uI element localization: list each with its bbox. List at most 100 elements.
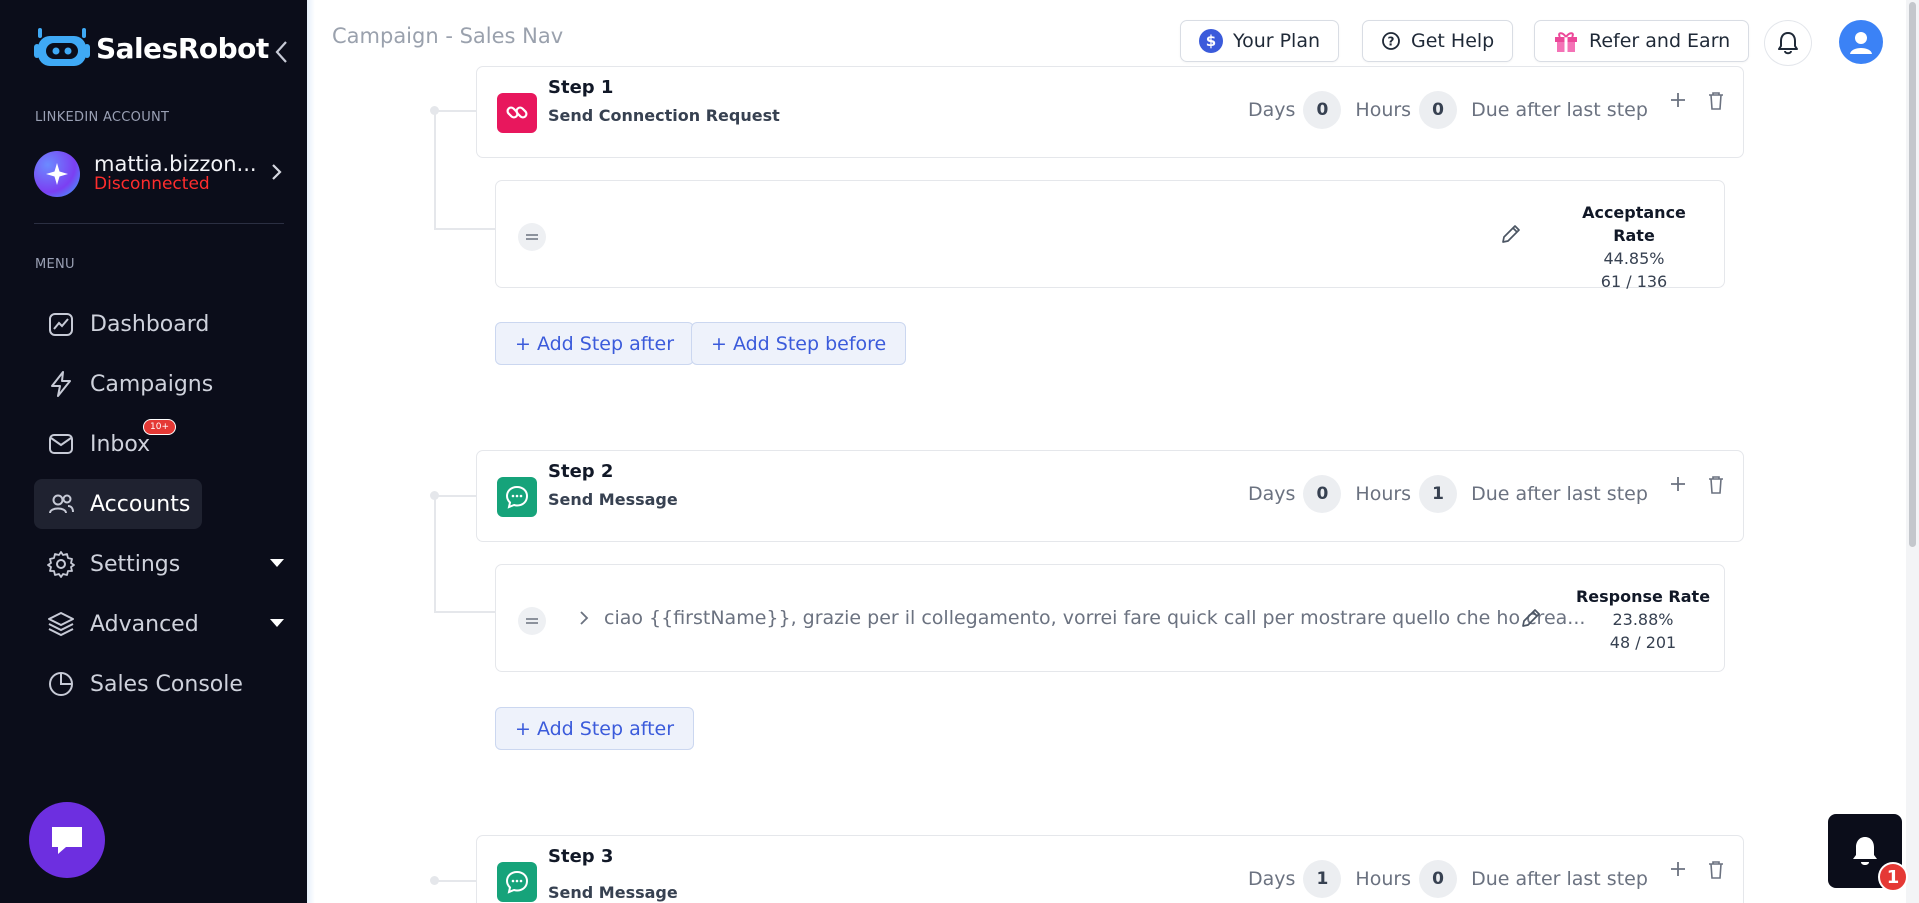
plus-icon[interactable] [1669,91,1687,113]
hours-value[interactable]: 0 [1419,860,1458,898]
inbox-count-badge: 10+ [143,419,176,435]
due-label: Due after last step [1471,99,1648,121]
due-label: Due after last step [1471,868,1648,890]
dashboard-icon [46,309,76,339]
tree-connector [434,228,496,230]
lightning-icon [46,369,76,399]
step-message-card-2[interactable]: ciao {{firstName}}, grazie per il colleg… [495,564,1725,672]
step-timing: Days 1 Hours 0 Due after last step [1248,860,1648,898]
chat-icon [52,827,82,854]
svg-text:?: ? [1388,35,1395,49]
hours-label: Hours [1355,483,1412,505]
rate-label: Acceptance Rate [1582,203,1686,245]
chevron-right-icon[interactable] [578,609,590,632]
rate-counts: 48 / 201 [1609,633,1677,652]
gift-icon [1555,32,1577,52]
pie-chart-icon [46,669,76,699]
linkedin-account-selector[interactable]: mattia.bizzon... Disconnected [34,146,284,202]
drag-handle-icon[interactable] [518,223,546,251]
days-value[interactable]: 0 [1303,91,1342,129]
sidebar-item-dashboard[interactable]: Dashboard [34,299,284,349]
sidebar-item-label: Accounts [90,491,191,517]
sidebar: SalesRobot LINKEDIN ACCOUNT mattia.bizzo… [0,0,307,903]
step-timing: Days 0 Hours 1 Due after last step [1248,475,1648,513]
sidebar-item-label: Advanced [90,611,199,637]
caret-down-icon [270,619,284,627]
pencil-icon[interactable] [1520,607,1542,633]
page-scrollbar[interactable] [1906,0,1919,903]
menu-label: MENU [35,257,75,272]
pencil-icon[interactable] [1500,223,1522,249]
sidebar-item-inbox[interactable]: Inbox 10+ [34,419,284,469]
account-avatar [34,151,80,197]
drag-handle-icon[interactable] [518,607,546,635]
gear-icon [46,549,76,579]
days-label: Days [1248,483,1296,505]
notification-count-badge: 1 [1878,862,1908,892]
rate-percentage: 23.88% [1612,610,1674,629]
step-title: Step 3 [548,846,614,867]
due-label: Due after last step [1471,483,1648,505]
support-chat-button[interactable] [29,802,105,878]
hours-value[interactable]: 1 [1419,475,1458,513]
add-step-after-button[interactable]: + Add Step after [495,707,695,750]
trash-icon[interactable] [1707,860,1725,884]
rate-percentage: 44.85% [1603,249,1665,268]
tree-connector [434,110,436,230]
plus-icon[interactable] [1669,860,1687,882]
help-circle-icon: ? [1382,32,1400,50]
add-step-after-button[interactable]: + Add Step after [495,322,695,365]
account-name: mattia.bizzon... [94,152,257,176]
users-icon [46,489,76,519]
main-edge-shadow [307,0,315,903]
tree-connector [434,611,496,613]
layers-icon [46,609,76,639]
bell-icon [1853,837,1877,865]
user-icon [1850,32,1872,54]
days-label: Days [1248,99,1296,121]
days-value[interactable]: 1 [1303,860,1342,898]
step-title: Step 1 [548,77,614,98]
step-action: Send Message [548,490,678,509]
add-step-before-button[interactable]: + Add Step before [691,322,907,365]
refer-and-earn-label: Refer and Earn [1589,30,1731,52]
refer-and-earn-button[interactable]: Refer and Earn [1534,20,1750,62]
notification-widget[interactable]: 1 [1828,814,1908,892]
chevron-right-icon [270,160,284,188]
get-help-button[interactable]: ? Get Help [1362,20,1514,62]
sidebar-item-settings[interactable]: Settings [34,539,284,589]
step-message-preview[interactable]: ciao {{firstName}}, grazie per il colleg… [604,607,1585,629]
trash-icon[interactable] [1707,91,1725,115]
sidebar-item-advanced[interactable]: Advanced [34,599,284,649]
tree-connector [434,495,476,497]
sidebar-item-sales-console[interactable]: Sales Console [34,659,284,709]
step-message-card-1[interactable]: Acceptance Rate 44.85% 61 / 136 [495,180,1725,291]
get-help-label: Get Help [1411,30,1495,52]
days-value[interactable]: 0 [1303,475,1342,513]
app-logo[interactable]: SalesRobot [34,28,269,68]
linkedin-account-label: LINKEDIN ACCOUNT [35,110,170,125]
svg-text:$: $ [1206,32,1216,50]
sidebar-item-campaigns[interactable]: Campaigns [34,359,284,409]
message-bubble-icon [497,477,537,517]
step-card-3[interactable]: Step 3 Send Message Days 1 Hours 0 Due a… [476,835,1744,903]
bell-icon [1778,32,1798,55]
your-plan-button[interactable]: $ Your Plan [1180,20,1340,62]
step-card-1[interactable]: Step 1 Send Connection Request Days 0 Ho… [476,66,1744,158]
notifications-button[interactable] [1764,20,1812,66]
user-avatar[interactable] [1839,20,1883,64]
hours-value[interactable]: 0 [1419,91,1458,129]
sidebar-item-accounts[interactable]: Accounts [34,479,202,529]
sidebar-item-label: Campaigns [90,371,214,397]
plus-icon[interactable] [1669,475,1687,497]
trash-icon[interactable] [1707,475,1725,499]
scrollbar-thumb[interactable] [1909,2,1916,547]
days-label: Days [1248,868,1296,890]
rate-label: Response Rate [1575,587,1711,606]
step-card-2[interactable]: Step 2 Send Message Days 0 Hours 1 Due a… [476,450,1744,542]
sidebar-item-label: Sales Console [90,671,243,697]
collapse-sidebar-button[interactable] [272,38,296,66]
sidebar-item-label: Dashboard [90,311,210,337]
message-bubble-icon [497,862,537,902]
sidebar-item-label: Inbox [90,431,151,457]
